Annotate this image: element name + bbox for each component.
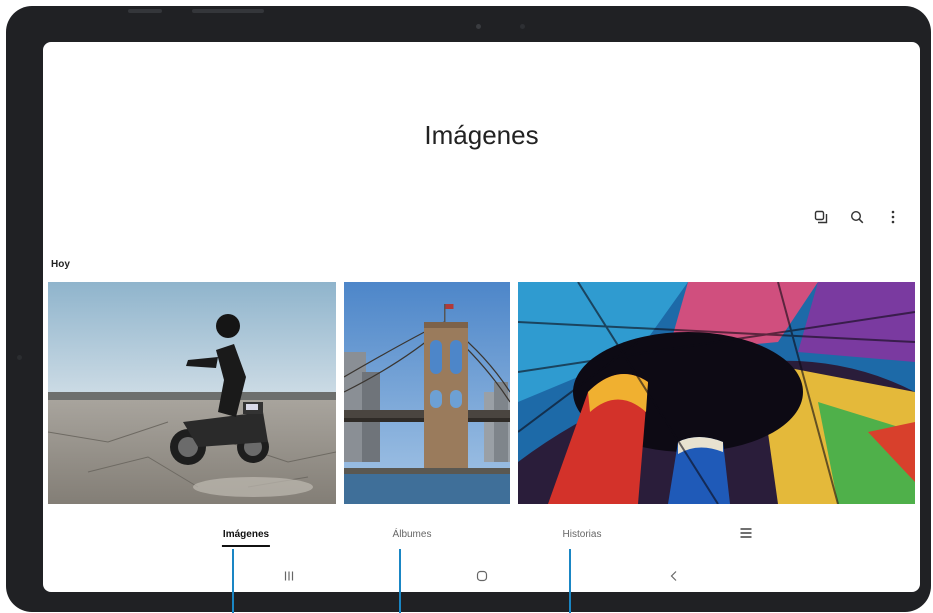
recent-apps-icon[interactable] — [279, 566, 299, 586]
side-sensor — [17, 355, 22, 360]
active-tab-indicator — [221, 545, 270, 547]
stained-glass-photo[interactable] — [518, 282, 915, 504]
callout-line-stories — [569, 549, 571, 613]
power-button — [192, 9, 264, 13]
system-nav-bar — [43, 566, 920, 586]
menu-icon[interactable] — [739, 526, 753, 540]
sensor — [520, 24, 525, 29]
tab-stories[interactable]: Historias — [563, 529, 602, 540]
home-icon[interactable] — [472, 566, 492, 586]
tab-albums[interactable]: Álbumes — [393, 529, 432, 540]
date-section-label: Hoy — [51, 259, 70, 270]
bridge-photo[interactable] — [344, 282, 510, 504]
toolbar — [810, 206, 904, 228]
back-icon[interactable] — [664, 566, 684, 586]
callout-line-albums — [399, 549, 401, 613]
motorcycle-photo[interactable] — [48, 282, 336, 504]
volume-button — [128, 9, 162, 13]
more-options-icon[interactable] — [882, 206, 904, 228]
page-title: Imágenes — [424, 120, 539, 150]
search-icon[interactable] — [846, 206, 868, 228]
tab-images-label: Imágenes — [222, 529, 270, 540]
tablet-frame: Imágenes Hoy Imágenes Álbumes Historias — [6, 6, 931, 612]
select-mode-icon[interactable] — [810, 206, 832, 228]
tab-images[interactable]: Imágenes — [221, 529, 270, 547]
screen: Imágenes Hoy Imágenes Álbumes Historias — [43, 42, 920, 592]
bottom-tab-bar: Imágenes Álbumes Historias — [43, 526, 920, 555]
tab-stories-label: Historias — [562, 529, 602, 540]
callout-line-images — [232, 549, 234, 613]
front-camera — [476, 24, 481, 29]
tab-albums-label: Álbumes — [392, 529, 432, 540]
